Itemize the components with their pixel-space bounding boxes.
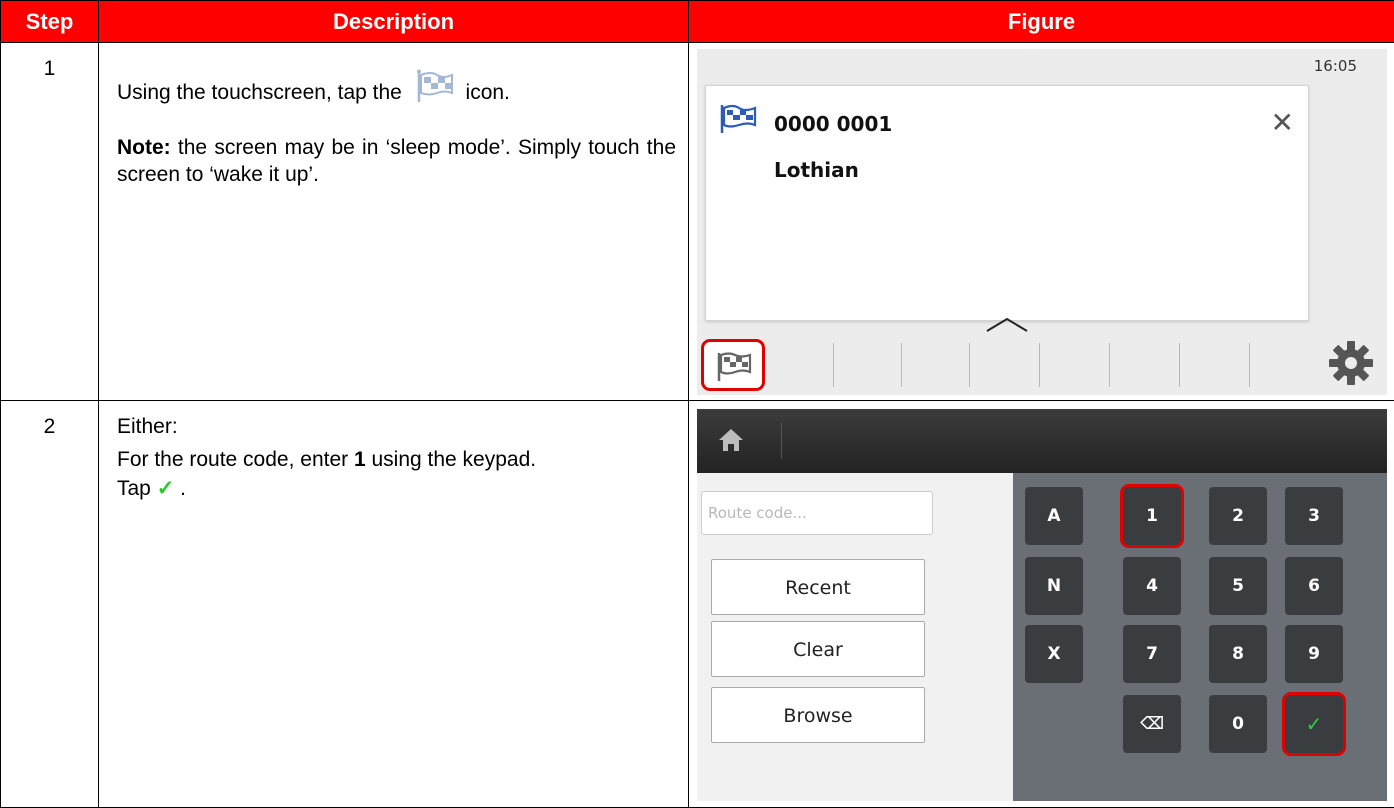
keypad: A 1 2 3 N 4 5 6 X 7 8 9 ⌫ 0 ✓ xyxy=(1013,473,1387,801)
dock-separator xyxy=(1249,343,1250,387)
checkered-flag-icon xyxy=(716,352,752,382)
dock-separator xyxy=(1179,343,1180,387)
dock-separator xyxy=(1109,343,1110,387)
description-text: For the route code, enter xyxy=(117,448,354,471)
check-icon: ✓ xyxy=(1306,712,1323,736)
key-9[interactable]: 9 xyxy=(1285,625,1343,683)
note-label: Note: xyxy=(117,136,171,159)
note-text: the screen may be in ‘sleep mode’. Simpl… xyxy=(117,136,676,186)
route-flag-button[interactable] xyxy=(701,339,765,391)
step-description: Either: For the route code, enter 1 usin… xyxy=(99,401,689,808)
tick-icon: ✓ xyxy=(157,477,175,500)
home-icon[interactable] xyxy=(717,427,745,453)
figure-cell: 16:05 0000 0001 Lothian ✕ xyxy=(689,43,1394,401)
touchscreen-screenshot-main: 16:05 0000 0001 Lothian ✕ xyxy=(697,49,1387,395)
step-description: Using the touchscreen, tap the icon. Not… xyxy=(99,43,689,401)
description-text: Tap xyxy=(117,477,157,500)
key-a[interactable]: A xyxy=(1025,487,1083,545)
description-text: using the keypad. xyxy=(366,448,536,471)
header-step: Step xyxy=(1,1,99,43)
route-card: 0000 0001 Lothian ✕ xyxy=(705,85,1309,321)
checkered-flag-icon xyxy=(718,104,758,134)
description-text: icon. xyxy=(466,81,510,104)
top-bar xyxy=(697,409,1387,473)
ok-key[interactable]: ✓ xyxy=(1285,695,1343,753)
key-0[interactable]: 0 xyxy=(1209,695,1267,753)
key-x[interactable]: X xyxy=(1025,625,1083,683)
figure-cell: Route code... Recent Clear Browse A 1 2 … xyxy=(689,401,1394,808)
description-text: Using the touchscreen, tap the xyxy=(117,81,402,104)
key-8[interactable]: 8 xyxy=(1209,625,1267,683)
close-icon[interactable]: ✕ xyxy=(1271,106,1294,139)
step-number: 1 xyxy=(1,43,99,401)
browse-button[interactable]: Browse xyxy=(711,687,925,743)
backspace-key[interactable]: ⌫ xyxy=(1123,695,1181,753)
instructions-table: Step Description Figure 1 Using the touc… xyxy=(0,0,1394,808)
key-1[interactable]: 1 xyxy=(1123,487,1181,545)
dock-separator xyxy=(901,343,902,387)
clear-button[interactable]: Clear xyxy=(711,621,925,677)
header-figure: Figure xyxy=(689,1,1394,43)
description-text: . xyxy=(174,477,186,500)
dock-separator xyxy=(1039,343,1040,387)
key-7[interactable]: 7 xyxy=(1123,625,1181,683)
key-3[interactable]: 3 xyxy=(1285,487,1343,545)
step-number: 2 xyxy=(1,401,99,808)
clock-time: 16:05 xyxy=(1314,57,1357,75)
dock-separator xyxy=(833,343,834,387)
header-description: Description xyxy=(99,1,689,43)
route-name: Lothian xyxy=(774,158,859,182)
description-text: Either: xyxy=(117,413,676,440)
key-4[interactable]: 4 xyxy=(1123,557,1181,615)
route-entry-screenshot: Route code... Recent Clear Browse A 1 2 … xyxy=(697,409,1387,801)
key-6[interactable]: 6 xyxy=(1285,557,1343,615)
route-code-value: 1 xyxy=(354,448,366,471)
recent-button[interactable]: Recent xyxy=(711,559,925,615)
checkered-flag-icon xyxy=(414,69,454,103)
route-code-input[interactable]: Route code... xyxy=(701,491,933,535)
gear-icon[interactable] xyxy=(1327,339,1375,387)
key-5[interactable]: 5 xyxy=(1209,557,1267,615)
bottom-dock xyxy=(697,331,1387,395)
top-bar-separator xyxy=(781,423,782,459)
dock-separator xyxy=(969,343,970,387)
key-n[interactable]: N xyxy=(1025,557,1083,615)
route-number: 0000 0001 xyxy=(774,112,892,136)
key-2[interactable]: 2 xyxy=(1209,487,1267,545)
